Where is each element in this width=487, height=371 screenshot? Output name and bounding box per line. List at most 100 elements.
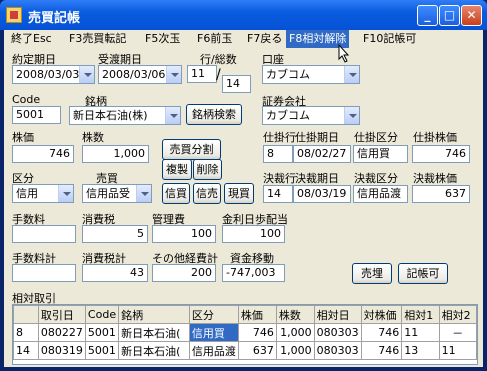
baibai-select[interactable]: 信用品受 — [82, 184, 152, 203]
koza-select[interactable]: カブコム — [262, 65, 360, 84]
table-cell[interactable]: 080319 — [37, 341, 86, 360]
label-kabuka: 株価 — [12, 131, 34, 144]
label-shikake-gyo: 仕掛行 — [263, 131, 296, 144]
shikake-gyo-field[interactable]: 8 — [263, 145, 293, 163]
menu-bar: 終了Esc F3売買転記 F5次玉 F6前玉 F7戻る F8相対解除 F10記帳… — [4, 30, 483, 48]
table-cell[interactable]: 11 — [438, 341, 477, 360]
shingai-button[interactable]: 信買 — [162, 183, 190, 204]
minimize-button[interactable]: _ — [417, 5, 438, 26]
menu-item-back[interactable]: F7戻る — [244, 30, 285, 48]
genkai-button[interactable]: 現買 — [224, 183, 254, 204]
shoken-select[interactable]: カブコム — [262, 106, 360, 125]
window-title: 売買記帳 — [28, 11, 81, 26]
menu-item-next[interactable]: F5次玉 — [142, 30, 183, 48]
kinri-field[interactable]: 100 — [222, 225, 285, 243]
shohizei-field[interactable]: 5 — [82, 225, 148, 243]
table-cell[interactable]: － — [438, 323, 477, 342]
ukewatashi-date-select[interactable]: 2008/03/06 — [98, 65, 182, 84]
table-header-row: 取引日 Code 銘柄 区分 株価 株数 相対日 対株価 相対1 相対2 — [13, 305, 477, 324]
col-header: 取引日 — [37, 305, 86, 324]
kessai-kijitsu-field[interactable]: 08/03/19 — [293, 185, 351, 203]
chevron-down-icon[interactable] — [344, 66, 359, 83]
title-bar: 売買記帳 _ □ ✕ — [0, 0, 487, 30]
menu-item-record[interactable]: F10記帳可 — [360, 30, 419, 48]
table-cell[interactable]: 8 — [13, 323, 39, 342]
shikin-field[interactable]: -747,003 — [222, 264, 285, 282]
sonota-field[interactable]: 200 — [152, 264, 216, 282]
table-cell[interactable]: 14 — [13, 341, 39, 360]
table-cell[interactable]: 1,000 — [275, 323, 315, 342]
chevron-down-icon[interactable] — [165, 107, 180, 124]
baiyou-button[interactable]: 売埋 — [352, 263, 392, 284]
mouse-cursor-icon — [338, 44, 350, 63]
table-cell[interactable]: 746 — [360, 323, 403, 342]
table-cell[interactable]: 11 — [401, 323, 440, 342]
table-cell[interactable]: 080227 — [37, 323, 86, 342]
label-shikake-kabuka: 仕掛株価 — [413, 131, 457, 144]
shikake-kijitsu-field[interactable]: 08/02/27 — [293, 145, 351, 163]
kabuka-field[interactable]: 746 — [12, 145, 74, 163]
trade-table: 取引日 Code 銘柄 区分 株価 株数 相対日 対株価 相対1 相対2 8 0… — [12, 304, 478, 365]
chevron-down-icon[interactable] — [344, 107, 359, 124]
kabusu-field[interactable]: 1,000 — [82, 145, 149, 163]
kubun-select[interactable]: 信用 — [12, 184, 74, 203]
kessai-kabuka-field[interactable]: 637 — [412, 185, 470, 203]
label-kessai-kabuka: 決裁株価 — [413, 172, 457, 185]
table-cell[interactable]: 新日本石油( — [118, 341, 190, 360]
menu-item-prev[interactable]: F6前玉 — [194, 30, 235, 48]
label-kabusu: 株数 — [82, 131, 104, 144]
table-cell-selected[interactable]: 信用買 — [188, 323, 239, 342]
col-header: 区分 — [188, 305, 239, 324]
table-cell[interactable]: 5001 — [84, 341, 120, 360]
kessai-gyo-field[interactable]: 14 — [263, 185, 293, 203]
table-cell[interactable]: 080303 — [313, 341, 362, 360]
col-header: Code — [84, 305, 120, 324]
meigara-select[interactable]: 新日本石油(株) — [69, 106, 181, 125]
code-field[interactable]: 5001 — [12, 106, 61, 124]
gyo-field[interactable]: 11 — [187, 65, 217, 83]
meigara-search-button[interactable]: 銘柄検索 — [186, 104, 242, 125]
col-header: 株価 — [237, 305, 277, 324]
col-header: 株数 — [275, 305, 315, 324]
kakutei-date-select[interactable]: 2008/03/03 — [12, 65, 95, 84]
delete-button[interactable]: 削除 — [193, 159, 222, 180]
chevron-down-icon[interactable] — [136, 185, 151, 202]
table-cell[interactable]: 5001 — [84, 323, 120, 342]
chevron-down-icon[interactable] — [58, 185, 73, 202]
split-trade-button[interactable]: 売買分割 — [162, 139, 221, 160]
col-header: 対株価 — [360, 305, 403, 324]
label-kessai-kubun: 決裁区分 — [354, 172, 398, 185]
menu-item-exit[interactable]: 終了Esc — [8, 30, 55, 48]
chevron-down-icon[interactable] — [79, 66, 94, 83]
shikake-kabuka-field[interactable]: 746 — [412, 145, 470, 163]
col-header — [13, 305, 39, 324]
table-row[interactable]: 8 080227 5001 新日本石油( 信用買 746 1,000 08030… — [13, 323, 477, 342]
sosu-field[interactable]: 14 — [222, 75, 251, 93]
label-shikake-kijitsu: 仕掛期日 — [295, 131, 339, 144]
table-cell[interactable]: 信用品渡 — [188, 341, 239, 360]
table-row[interactable]: 14 080319 5001 新日本石油( 信用品渡 637 1,000 080… — [13, 341, 477, 360]
chevron-down-icon[interactable] — [166, 66, 181, 83]
label-shikake-kubun: 仕掛区分 — [354, 131, 398, 144]
shohizeikei-field[interactable]: 43 — [82, 264, 148, 282]
shikake-kubun-field[interactable]: 信用買 — [353, 145, 408, 163]
menu-item-transfer[interactable]: F3売買転記 — [66, 30, 129, 48]
col-header: 銘柄 — [118, 305, 190, 324]
record-enable-button[interactable]: 記帳可 — [398, 263, 448, 284]
close-button[interactable]: ✕ — [461, 5, 482, 26]
table-cell[interactable]: 637 — [237, 341, 277, 360]
kanrihi-field[interactable]: 100 — [152, 225, 216, 243]
shinbai-button[interactable]: 信売 — [193, 183, 221, 204]
kessai-kubun-field[interactable]: 信用品渡 — [353, 185, 408, 203]
tesuryokei-field[interactable] — [12, 264, 76, 282]
maximize-button[interactable]: □ — [439, 5, 460, 26]
tesuryo-field[interactable] — [12, 225, 76, 243]
table-cell[interactable]: 新日本石油( — [118, 323, 190, 342]
table-cell[interactable]: 13 — [401, 341, 440, 360]
duplicate-button[interactable]: 複製 — [162, 159, 192, 180]
table-cell[interactable]: 746 — [237, 323, 277, 342]
table-cell[interactable]: 080303 — [313, 323, 362, 342]
table-cell[interactable]: 1,000 — [275, 341, 315, 360]
table-cell[interactable]: 746 — [360, 341, 403, 360]
label-code: Code — [12, 93, 41, 106]
